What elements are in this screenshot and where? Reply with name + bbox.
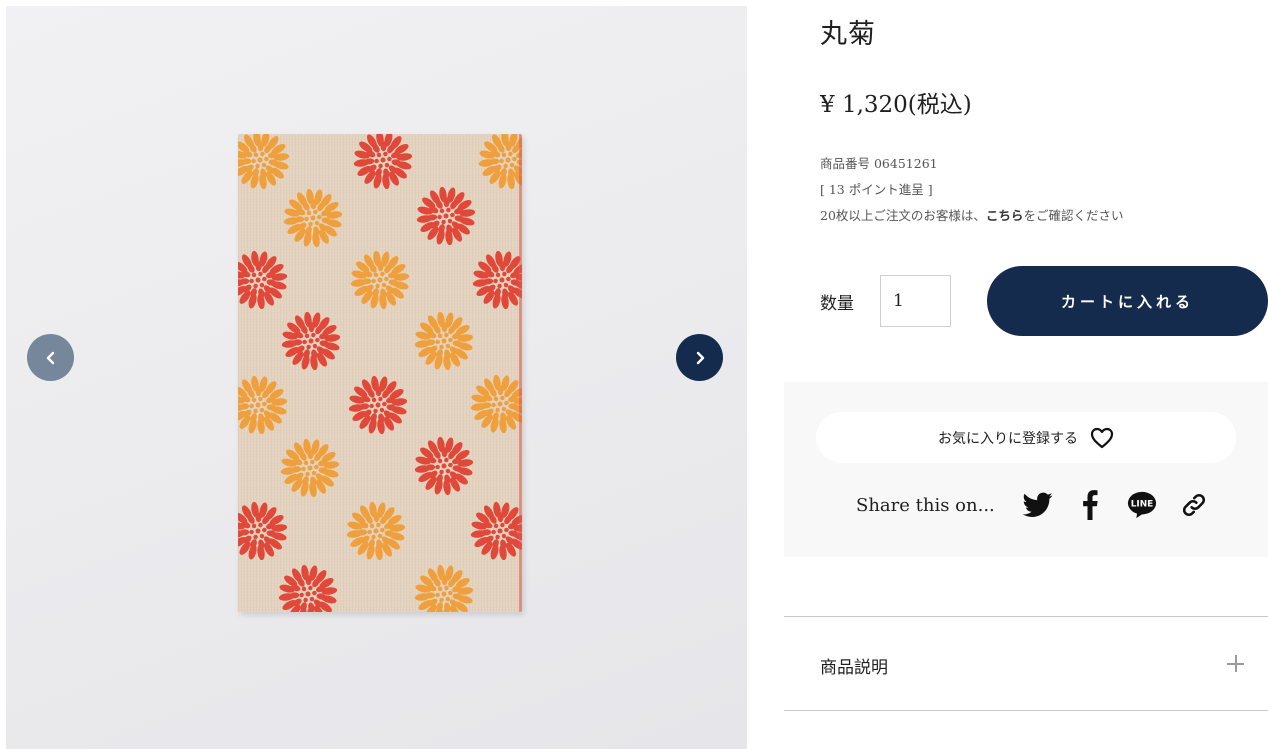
bulk-note-text: 20枚以上ご注文のお客様は、 xyxy=(820,208,986,223)
bulk-note-link[interactable]: こちら xyxy=(986,208,1024,223)
chevron-left-icon xyxy=(46,351,54,364)
favorite-label: お気に入りに登録する xyxy=(938,430,1078,447)
quantity-label: 数量 xyxy=(820,294,854,314)
chevron-right-icon xyxy=(696,351,704,364)
share-panel: お気に入りに登録する Share this on... LINE xyxy=(784,382,1268,557)
share-label: Share this on... xyxy=(856,494,995,516)
add-to-cart-button[interactable]: カートに入れる xyxy=(987,266,1268,336)
link-icon xyxy=(1182,493,1205,517)
gallery-next-button[interactable] xyxy=(676,334,723,381)
copy-link-button[interactable] xyxy=(1179,490,1209,520)
product-price: ¥ 1,320(税込) xyxy=(820,92,972,118)
quantity-input[interactable] xyxy=(880,275,951,327)
share-facebook-button[interactable] xyxy=(1075,490,1105,520)
line-icon-text: LINE xyxy=(1131,499,1154,509)
bulk-order-note: 20枚以上ご注文のお客様は、こちらをご確認ください xyxy=(820,203,1123,229)
add-to-favorites-button[interactable]: お気に入りに登録する xyxy=(816,412,1236,463)
product-image-gallery xyxy=(6,6,747,749)
product-points: [ 13 ポイント進呈 ] xyxy=(820,182,933,197)
share-twitter-button[interactable] xyxy=(1022,490,1053,520)
gallery-prev-button[interactable] xyxy=(27,334,74,381)
plus-icon xyxy=(1227,655,1244,672)
divider-bottom xyxy=(784,710,1268,711)
twitter-icon xyxy=(1022,492,1053,517)
chrysanthemum-pattern xyxy=(238,134,522,612)
heart-icon xyxy=(1090,427,1114,448)
line-icon: LINE xyxy=(1127,491,1156,519)
accordion-label: 商品説明 xyxy=(820,658,888,678)
product-title: 丸菊 xyxy=(820,19,876,50)
product-description-accordion[interactable]: 商品説明 xyxy=(784,617,1268,710)
bulk-note-text-end: をご確認ください xyxy=(1023,208,1124,223)
product-photo-tenugui xyxy=(238,134,522,612)
product-sku: 商品番号 06451261 xyxy=(820,156,938,171)
share-line-button[interactable]: LINE xyxy=(1127,490,1157,520)
share-row: Share this on... LINE xyxy=(856,485,1231,525)
product-meta: 商品番号 06451261 [ 13 ポイント進呈 ] 20枚以上ご注文のお客様… xyxy=(820,151,1123,229)
facebook-icon xyxy=(1082,490,1098,520)
